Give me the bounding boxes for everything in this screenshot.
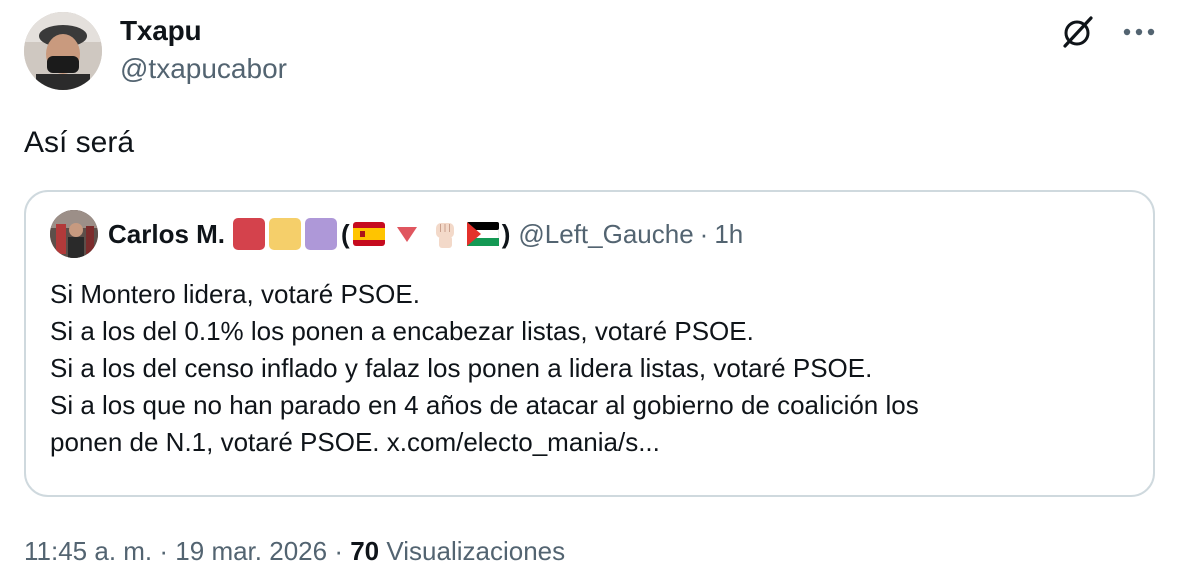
yellow-square-emoji [269,218,302,250]
views-label[interactable]: Visualizaciones [386,536,565,566]
quoted-tweet[interactable]: Carlos M. () @Left_Gauche · 1h Si Monte… [24,190,1155,497]
tweet-actions-top [1060,14,1156,50]
tweet-time[interactable]: 11:45 a. m. [24,536,152,566]
tweet-meta: 11:45 a. m. · 19 mar. 2026 · 70 Visualiz… [24,536,565,567]
quote-line: Si a los que no han parado en 4 años de … [50,390,919,420]
quote-line: Si a los del 0.1% los ponen a encabezar … [50,316,754,346]
quote-line: Si a los del censo inflado y falaz los p… [50,353,873,383]
meta-separator: · [334,536,343,566]
quoted-author-avatar[interactable] [50,210,98,258]
grok-icon[interactable] [1060,14,1096,50]
author-avatar[interactable] [24,12,102,90]
author-handle[interactable]: @txapucabor [120,52,287,86]
views-count[interactable]: 70 [350,536,379,566]
quote-line: ponen de N.1, votaré PSOE. x.com/electo_… [50,427,660,457]
spain-flag-emoji [352,218,386,250]
quoted-tweet-text: Si Montero lidera, votaré PSOE. Si a los… [50,276,1130,461]
quoted-tweet-time[interactable]: 1h [714,219,743,250]
red-triangle-emoji [390,218,424,250]
quote-line: Si Montero lidera, votaré PSOE. [50,279,420,309]
tweet-date[interactable]: 19 mar. 2026 [175,536,327,566]
paren-close: ) [501,218,511,249]
red-square-emoji [233,218,266,250]
paren-open: ( [341,218,350,249]
quoted-tweet-header: Carlos M. () @Left_Gauche · 1h [50,210,743,258]
author-name[interactable]: Txapu [120,14,287,48]
header-separator: · [699,218,709,249]
more-icon[interactable] [1122,15,1156,49]
tweet-text: Así será [24,126,135,159]
purple-square-emoji [305,218,338,250]
palestine-flag-emoji [466,218,500,250]
quoted-author-handle[interactable]: @Left_Gauche [518,219,693,250]
meta-separator: · [159,536,169,566]
tweet: Txapu @txapucabor Así será Carlos M. ()… [0,0,1182,588]
author-block: Txapu @txapucabor [120,14,287,86]
raised-fist-emoji [428,218,462,250]
quoted-author-name[interactable]: Carlos M. [108,219,225,250]
